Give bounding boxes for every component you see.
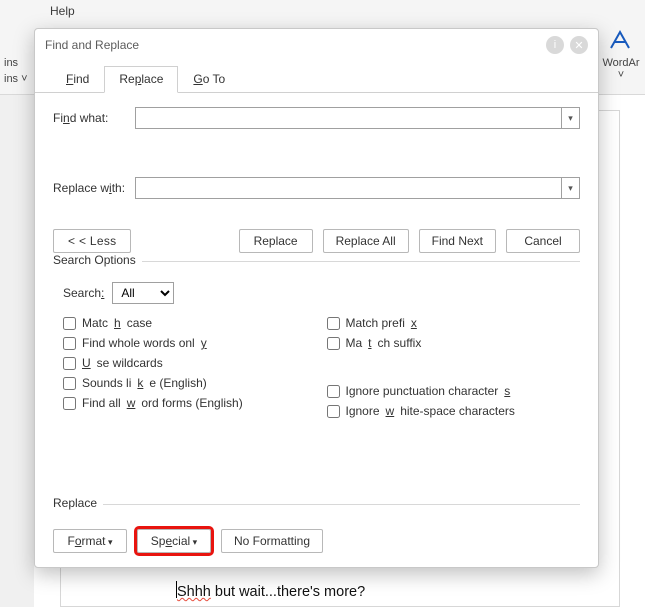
ribbon-tab-help[interactable]: Help: [50, 4, 75, 18]
dialog-body: Find what: ▾ Replace with: ▾ < < Less Re…: [35, 93, 598, 428]
left-margin: [0, 95, 34, 607]
options-right-col: Match prefix Match suffix Ignore punctua…: [317, 316, 581, 418]
replace-with-label: Replace with:: [53, 181, 135, 195]
search-label: Search:: [63, 286, 104, 300]
dialog-tabs: Find Replace Go To: [35, 61, 598, 93]
wordart-icon: [608, 28, 634, 54]
wordart-label: WordAr: [601, 57, 641, 69]
cancel-button[interactable]: Cancel: [506, 229, 580, 253]
find-what-label: Find what:: [53, 111, 135, 125]
search-options-header: Search Options: [53, 261, 580, 276]
opt-whole-words[interactable]: Find whole words only: [63, 336, 317, 350]
search-direction-row: Search: All: [63, 282, 580, 304]
close-icon[interactable]: ✕: [570, 36, 588, 54]
replace-button[interactable]: Replace: [239, 229, 313, 253]
dialog-titlebar[interactable]: Find and Replace i ✕: [35, 29, 598, 61]
wordart-button[interactable]: WordAr ˅: [601, 28, 641, 81]
help-icon[interactable]: i: [546, 36, 564, 54]
search-direction-select[interactable]: All: [112, 282, 174, 304]
find-next-button[interactable]: Find Next: [419, 229, 496, 253]
opt-match-prefix[interactable]: Match prefix: [327, 316, 581, 330]
tab-replace[interactable]: Replace: [104, 66, 178, 93]
opt-word-forms[interactable]: Find all word forms (English): [63, 396, 317, 410]
find-what-row: Find what: ▾: [53, 107, 580, 129]
replace-with-input[interactable]: [136, 178, 561, 198]
options-grid: Match case Find whole words only Use wil…: [63, 316, 580, 418]
tab-find[interactable]: Find: [51, 66, 104, 93]
bottom-header: Replace: [53, 504, 580, 519]
doc-rest: but wait...there's more?: [211, 584, 365, 600]
special-button[interactable]: Special: [137, 529, 211, 553]
no-formatting-button[interactable]: No Formatting: [221, 529, 323, 553]
opt-sounds-like[interactable]: Sounds like (English): [63, 376, 317, 390]
options-left-col: Match case Find whole words only Use wil…: [63, 316, 317, 418]
replace-with-row: Replace with: ▾: [53, 177, 580, 199]
replace-with-combo[interactable]: ▾: [135, 177, 580, 199]
bottom-section: Replace Format Special No Formatting: [35, 504, 598, 567]
wordart-dd: ˅: [601, 69, 641, 81]
document-text[interactable]: Shhh but wait...there's more?: [176, 581, 365, 600]
opt-ignore-punct[interactable]: Ignore punctuation characters: [327, 384, 581, 398]
format-button[interactable]: Format: [53, 529, 127, 553]
opt-match-case[interactable]: Match case: [63, 316, 317, 330]
ribbon-left-labels: ins ins ˅: [4, 55, 28, 87]
ribbon-label-ins[interactable]: ins: [4, 55, 28, 71]
opt-ignore-ws[interactable]: Ignore white-space characters: [327, 404, 581, 418]
ribbon-label-ins-dd[interactable]: ins ˅: [4, 71, 28, 87]
find-what-dd-icon[interactable]: ▾: [561, 108, 579, 128]
action-button-row: < < Less Replace Replace All Find Next C…: [53, 229, 580, 253]
find-what-input[interactable]: [136, 108, 561, 128]
less-button[interactable]: < < Less: [53, 229, 131, 253]
misspelled-word[interactable]: Shhh: [177, 584, 211, 600]
find-what-combo[interactable]: ▾: [135, 107, 580, 129]
replace-all-button[interactable]: Replace All: [323, 229, 409, 253]
dialog-title: Find and Replace: [45, 38, 540, 52]
replace-with-dd-icon[interactable]: ▾: [561, 178, 579, 198]
tab-goto[interactable]: Go To: [178, 66, 240, 93]
opt-match-suffix[interactable]: Match suffix: [327, 336, 581, 350]
opt-wildcards[interactable]: Use wildcards: [63, 356, 317, 370]
find-replace-dialog: Find and Replace i ✕ Find Replace Go To …: [34, 28, 599, 568]
bottom-buttons: Format Special No Formatting: [53, 529, 580, 553]
tab-find-label: ind: [73, 72, 89, 86]
